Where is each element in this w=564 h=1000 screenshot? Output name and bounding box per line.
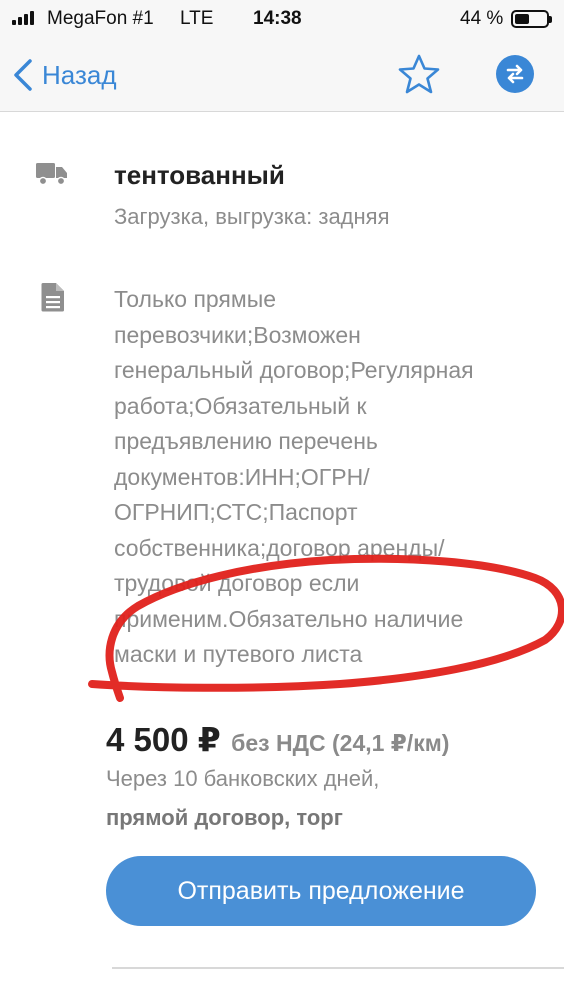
truck-icon <box>36 163 67 186</box>
comment-line: собственника;договор аренды/ <box>114 534 445 561</box>
price-details: без НДС (24,1 ₽/км) <box>231 730 450 756</box>
swap-icon[interactable] <box>496 55 534 93</box>
battery-percent: 44 % <box>460 8 504 29</box>
comment-line: маски и путевого листа <box>114 641 363 667</box>
chevron-left-icon <box>14 59 32 91</box>
carrier-name: MegaFon #1 <box>47 8 154 29</box>
clock: 14:38 <box>253 8 302 29</box>
price-line: 4 500 ₽ без НДС (24,1 ₽/км) <box>106 720 449 759</box>
send-offer-button[interactable]: Отправить предложение <box>106 856 536 926</box>
document-icon <box>41 283 64 312</box>
signal-icon <box>12 11 38 25</box>
comment-line: работа;Обязательный к <box>114 392 367 419</box>
battery-icon <box>511 10 552 28</box>
payment-terms: Через 10 банковских дней, <box>106 766 380 791</box>
price-amount: 4 500 ₽ <box>106 721 221 758</box>
comment-line: перевозчики;Возможен <box>114 321 361 348</box>
comment-line: документов:ИНН;ОГРН/ <box>114 463 370 490</box>
back-button[interactable]: Назад <box>12 56 117 94</box>
nav-bar: Назад <box>0 38 564 112</box>
status-bar: MegaFon #1 LTE 14:38 44 % <box>0 0 564 38</box>
comment-line: предъявлению перечень <box>114 428 378 454</box>
comment-line: генеральный договор;Регулярная <box>114 357 474 383</box>
contract-terms: прямой договор, торг <box>106 805 343 830</box>
comment-line: Только прямые <box>114 286 277 312</box>
comment-line: ОГРНИП;СТС;Паспорт <box>114 499 358 525</box>
comment-line: трудовой договор если <box>114 570 360 596</box>
body-type: тентованный <box>114 160 285 190</box>
cargo-comment: Только прямые перевозчики;Возможен генер… <box>114 282 546 673</box>
comment-line: применим.Обязательно наличие <box>114 605 464 632</box>
network-type: LTE <box>180 8 214 29</box>
star-icon[interactable] <box>398 54 440 94</box>
loading-type: Загрузка, выгрузка: задняя <box>114 204 390 229</box>
divider <box>112 967 564 969</box>
back-label: Назад <box>42 59 117 90</box>
